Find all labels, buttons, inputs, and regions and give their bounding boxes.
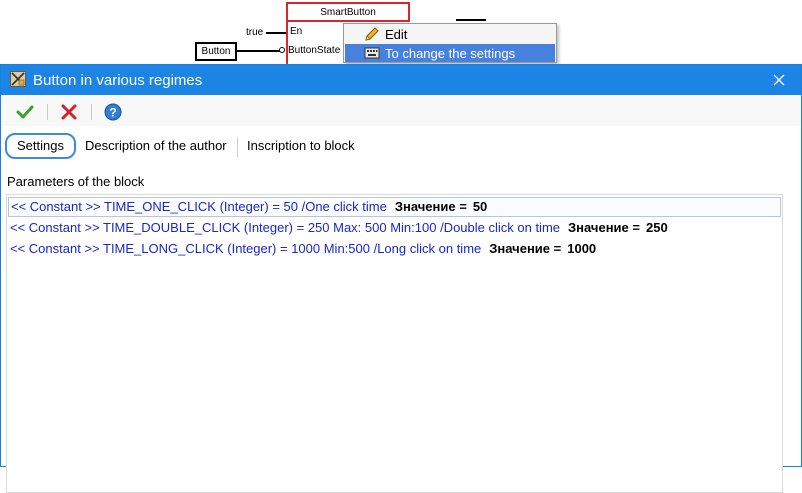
tab-description-author[interactable]: Description of the author bbox=[75, 133, 237, 159]
block-icon bbox=[10, 71, 26, 87]
param-value-label: Значение = bbox=[394, 199, 467, 214]
block-outline bbox=[286, 22, 288, 66]
button-input-block[interactable]: Button bbox=[195, 42, 237, 61]
param-description: << Constant >> TIME_ONE_CLICK (Integer) … bbox=[11, 199, 387, 214]
menu-item-change-settings[interactable]: To change the settings bbox=[345, 44, 555, 62]
wire-button-state bbox=[237, 50, 280, 52]
ok-button[interactable] bbox=[14, 102, 36, 122]
help-icon: ? bbox=[104, 103, 122, 121]
section-label: Parameters of the block bbox=[7, 174, 145, 189]
toolbar: ? bbox=[1, 96, 801, 126]
wire-en bbox=[266, 32, 286, 34]
toolbar-separator bbox=[91, 104, 92, 120]
pencil-icon bbox=[365, 27, 379, 41]
dialog-title: Button in various regimes bbox=[33, 72, 203, 89]
tab-strip: Settings Description of the author Inscr… bbox=[1, 131, 801, 163]
param-value-label: Значение = bbox=[489, 241, 562, 256]
title-bar[interactable]: Button in various regimes bbox=[1, 65, 801, 95]
port-dot bbox=[279, 47, 285, 53]
help-button[interactable]: ? bbox=[102, 102, 124, 122]
port-button-state-label: ButtonState bbox=[288, 45, 341, 56]
list-item[interactable]: << Constant >> TIME_DOUBLE_CLICK (Intege… bbox=[8, 218, 781, 238]
list-item[interactable]: << Constant >> TIME_ONE_CLICK (Integer) … bbox=[8, 197, 781, 217]
param-value: 250 bbox=[645, 220, 668, 235]
settings-dialog: Button in various regimes ? Settings Des… bbox=[0, 64, 802, 493]
param-description: << Constant >> TIME_LONG_CLICK (Integer)… bbox=[10, 241, 482, 256]
param-value: 1000 bbox=[567, 241, 597, 256]
keyboard-icon bbox=[364, 47, 380, 59]
checkmark-icon bbox=[16, 105, 34, 119]
param-description: << Constant >> TIME_DOUBLE_CLICK (Intege… bbox=[10, 220, 561, 235]
toolbar-separator bbox=[47, 104, 48, 120]
param-value-label: Значение = bbox=[568, 220, 640, 235]
horizontal-scrollbar[interactable] bbox=[6, 477, 783, 493]
tab-inscription[interactable]: Inscription to block bbox=[237, 133, 365, 159]
port-en-label: En bbox=[290, 26, 303, 37]
menu-item-edit-label: Edit bbox=[385, 26, 408, 42]
diagram-canvas[interactable]: SmartButton true En Button ButtonState E… bbox=[0, 0, 802, 66]
close-button[interactable] bbox=[757, 65, 801, 95]
menu-item-edit[interactable]: Edit bbox=[345, 25, 555, 43]
parameter-list[interactable]: << Constant >> TIME_ONE_CLICK (Integer) … bbox=[6, 194, 783, 478]
context-menu: Edit To change the settings bbox=[343, 23, 557, 63]
param-value: 50 bbox=[472, 199, 488, 214]
list-item[interactable]: << Constant >> TIME_LONG_CLICK (Integer)… bbox=[8, 239, 781, 259]
svg-text:?: ? bbox=[109, 106, 116, 120]
output-wire bbox=[456, 19, 486, 21]
close-icon bbox=[773, 74, 785, 86]
input-true-label: true bbox=[246, 27, 264, 38]
menu-item-change-settings-label: To change the settings bbox=[385, 45, 516, 61]
tab-settings[interactable]: Settings bbox=[5, 133, 76, 159]
x-icon bbox=[61, 104, 77, 120]
cancel-button[interactable] bbox=[58, 102, 80, 122]
block-title[interactable]: SmartButton bbox=[286, 2, 410, 22]
